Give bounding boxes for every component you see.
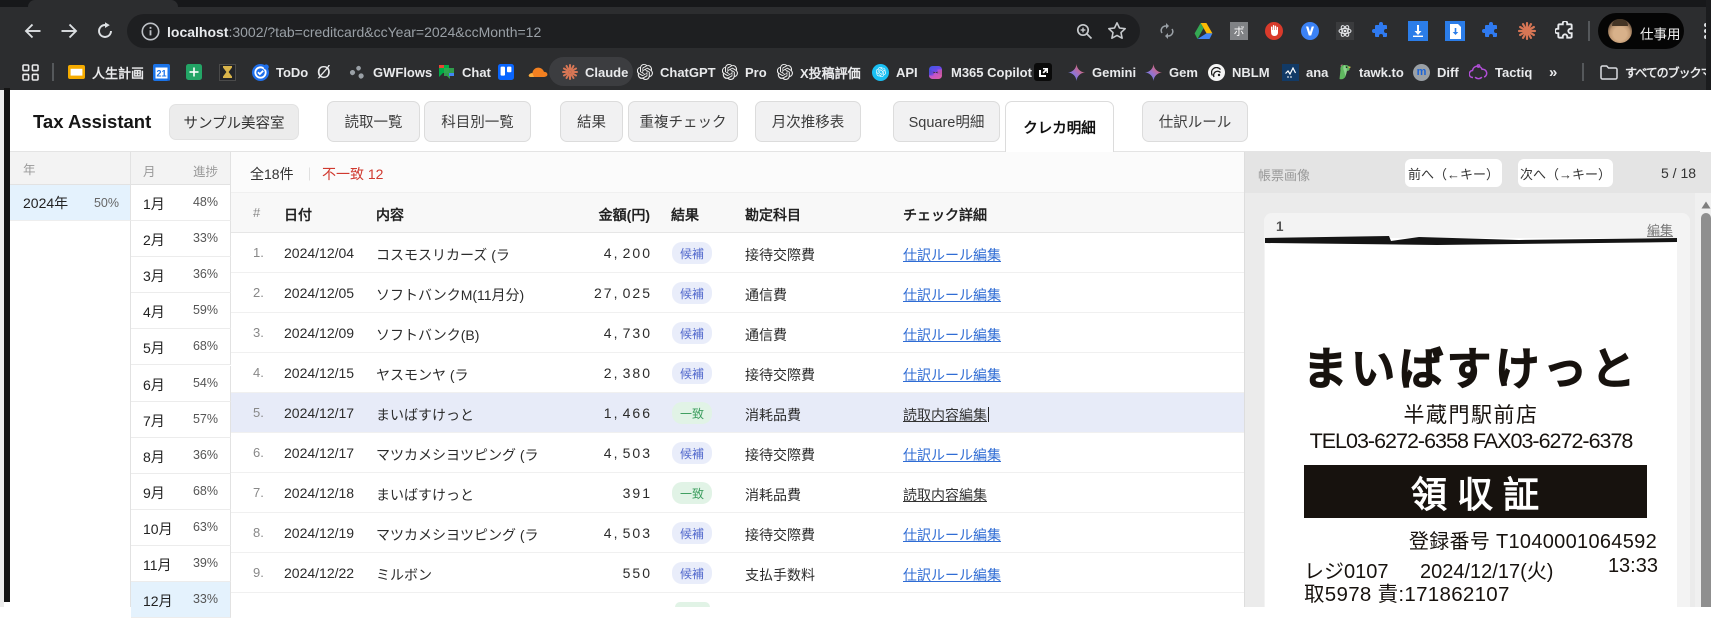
svg-text:21: 21 [156,68,166,78]
